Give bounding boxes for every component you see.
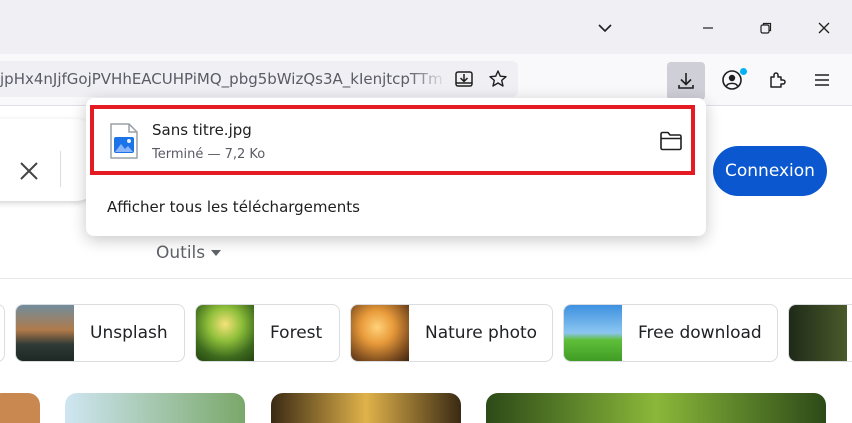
downloads-button[interactable]	[667, 62, 705, 100]
folder-icon[interactable]	[659, 130, 683, 152]
result-image[interactable]	[65, 393, 245, 423]
url-text[interactable]: jpHx4nJjfGojPVHhEACUHPiMQ_pbg5bWizQs3A_k…	[0, 70, 448, 88]
chip-thumbnail	[196, 305, 254, 361]
minimize-icon	[703, 27, 713, 29]
result-image[interactable]	[0, 393, 40, 423]
chip-label: Free download	[638, 323, 762, 343]
result-image[interactable]	[271, 393, 461, 423]
caret-down-icon	[211, 250, 222, 256]
close-window-button[interactable]	[810, 14, 838, 42]
show-all-downloads-link[interactable]: Afficher tous les téléchargements	[107, 198, 360, 216]
account-button[interactable]	[716, 64, 748, 96]
search-box[interactable]	[0, 119, 100, 201]
bookmark-star-button[interactable]	[482, 63, 514, 95]
download-file-name: Sans titre.jpg	[152, 121, 252, 139]
list-all-tabs-button[interactable]	[591, 14, 619, 42]
chip-unsplash[interactable]: Unsplash	[15, 304, 185, 362]
download-status: Terminé — 7,2 Ko	[152, 147, 266, 162]
downloads-panel: Sans titre.jpg Terminé — 7,2 Ko Afficher…	[86, 98, 706, 236]
chip-partial-left[interactable]	[0, 304, 5, 362]
download-icon	[678, 73, 694, 89]
app-menu-button[interactable]	[806, 64, 838, 96]
extensions-button[interactable]	[761, 64, 793, 96]
sign-in-button[interactable]: Connexion	[713, 146, 827, 196]
chip-thumbnail	[351, 305, 409, 361]
minimize-button[interactable]	[694, 14, 722, 42]
restore-button[interactable]	[752, 14, 780, 42]
extensions-icon	[770, 72, 786, 88]
save-page-icon	[455, 71, 473, 87]
chip-free-download[interactable]: Free download	[563, 304, 778, 362]
close-icon	[818, 22, 830, 34]
restore-icon	[760, 22, 772, 34]
chip-forest[interactable]: Forest	[195, 304, 340, 362]
sign-in-label: Connexion	[725, 161, 815, 181]
chip-label: Forest	[270, 323, 323, 343]
chip-thumbnail	[789, 305, 847, 361]
download-item[interactable]: Sans titre.jpg Terminé — 7,2 Ko	[90, 105, 695, 175]
title-bar	[0, 0, 852, 54]
address-bar[interactable]: jpHx4nJjfGojPVHhEACUHPiMQ_pbg5bWizQs3A_k…	[0, 61, 518, 97]
menu-icon	[815, 74, 829, 86]
image-file-icon	[110, 123, 138, 159]
chevron-down-icon	[598, 24, 612, 33]
tools-label: Outils	[156, 243, 206, 263]
chip-thumbnail	[564, 305, 622, 361]
notification-dot	[740, 68, 747, 75]
chip-nature-photo[interactable]: Nature photo	[350, 304, 553, 362]
star-icon	[489, 70, 507, 87]
chip-partial-right[interactable]	[788, 304, 852, 362]
save-page-button[interactable]	[448, 63, 480, 95]
result-image[interactable]	[486, 393, 826, 423]
search-divider	[60, 151, 61, 187]
chip-label: Unsplash	[90, 323, 168, 343]
tools-dropdown[interactable]: Outils	[156, 243, 222, 263]
chip-thumbnail	[16, 305, 74, 361]
toolbar-divider	[0, 278, 852, 279]
chip-label: Nature photo	[425, 323, 538, 343]
clear-search-icon[interactable]	[18, 160, 40, 182]
